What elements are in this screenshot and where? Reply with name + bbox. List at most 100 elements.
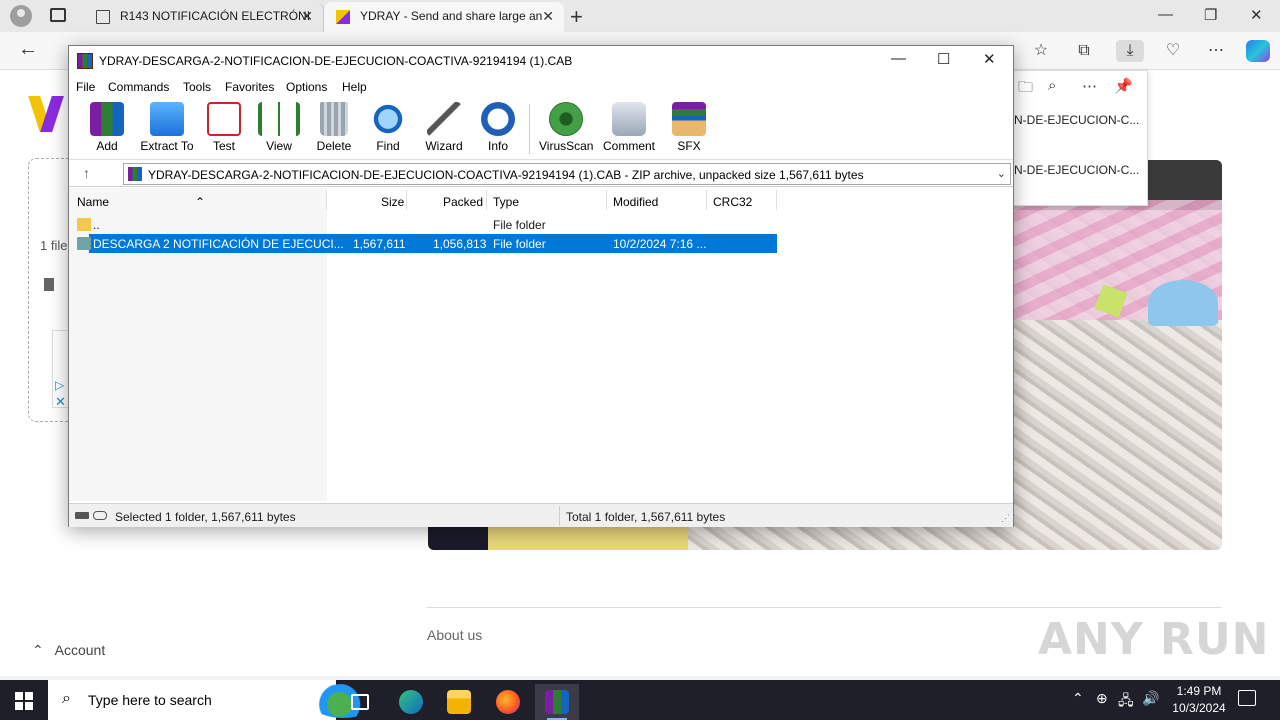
drive-icon xyxy=(75,512,89,519)
search-icon: ⌕ xyxy=(62,690,71,707)
info-button[interactable]: Info xyxy=(481,102,515,158)
about-us-link[interactable]: About us xyxy=(427,627,482,643)
find-button[interactable]: Find xyxy=(371,102,405,158)
column-type[interactable]: Type xyxy=(493,195,519,209)
info-icon xyxy=(481,102,515,136)
status-selected: Selected 1 folder, 1,567,611 bytes xyxy=(115,510,296,524)
trash-icon xyxy=(320,102,348,136)
edge-icon xyxy=(399,690,423,714)
downloads-icon[interactable]: ⤓ xyxy=(1116,40,1144,62)
winrar-title-bar[interactable]: YDRAY-DESCARGA-2-NOTIFICACION-DE-EJECUCI… xyxy=(69,46,1013,76)
status-separator xyxy=(559,506,560,526)
chevron-down-icon[interactable]: ⌄ xyxy=(997,167,1006,180)
search-icon[interactable]: ⌕ xyxy=(1048,77,1056,94)
archive-path-combobox[interactable]: YDRAY-DESCARGA-2-NOTIFICACION-DE-EJECUCI… xyxy=(123,163,1011,185)
row-size: 1,567,611 xyxy=(353,237,406,251)
button-label: Find xyxy=(376,139,400,153)
ad-close-icon[interactable]: ✕ xyxy=(55,394,66,410)
column-packed[interactable]: Packed xyxy=(443,195,483,209)
column-name[interactable]: Name xyxy=(77,195,109,209)
add-button[interactable]: Add xyxy=(89,102,125,158)
ydray-logo[interactable] xyxy=(28,96,64,132)
menu-favorites[interactable]: Favorites xyxy=(225,80,274,94)
open-folder-icon[interactable]: 🗀 xyxy=(1018,77,1033,102)
browser-essentials-icon[interactable]: ♡ xyxy=(1162,40,1184,62)
taskbar-winrar[interactable] xyxy=(535,684,579,720)
back-arrow-icon[interactable]: ← xyxy=(18,38,38,61)
resize-grip-icon[interactable]: ⋰ xyxy=(1001,513,1010,524)
comment-button[interactable]: Comment xyxy=(601,102,657,158)
wizard-button[interactable]: Wizard xyxy=(423,102,465,158)
collections-icon[interactable]: ⧉ xyxy=(1073,40,1095,62)
folder-icon xyxy=(77,218,91,231)
button-label: VirusScan xyxy=(539,139,594,153)
menu-tools[interactable]: Tools xyxy=(183,80,211,94)
minimize-icon[interactable]: — xyxy=(891,50,906,67)
notifications-icon[interactable] xyxy=(1238,690,1256,706)
row-name: .. xyxy=(93,218,100,232)
menu-file[interactable]: File xyxy=(76,80,95,94)
folder-icon xyxy=(77,237,91,250)
browser-tab-bar: R143 NOTIFICACIÓN ELECTRÓNI ✕ YDRAY - Se… xyxy=(0,0,1280,32)
button-label: Add xyxy=(96,139,118,153)
system-clock[interactable]: 1:49 PM 10/3/2024 xyxy=(1160,683,1238,717)
meet-now-icon[interactable]: ⊕ xyxy=(1096,690,1108,707)
tab-close-icon[interactable]: ✕ xyxy=(301,8,313,25)
column-modified[interactable]: Modified xyxy=(613,195,658,209)
up-arrow-icon[interactable]: ↑ xyxy=(83,165,90,181)
browser-tab-ydray[interactable]: YDRAY - Send and share large an ✕ xyxy=(324,2,564,32)
maximize-icon[interactable]: ☐ xyxy=(937,50,950,68)
delete-button[interactable]: Delete xyxy=(315,102,353,158)
more-options-icon[interactable]: ⋯ xyxy=(1082,77,1097,95)
download-item-name[interactable]: N-DE-EJECUCION-C... xyxy=(1014,113,1280,132)
download-item-name[interactable]: N-DE-EJECUCION-C... xyxy=(1014,163,1280,182)
taskbar-firefox[interactable] xyxy=(486,684,530,720)
menu-options[interactable]: Options xyxy=(286,80,327,94)
button-label: Info xyxy=(487,139,508,153)
windows-start-icon[interactable] xyxy=(15,692,33,710)
column-size[interactable]: Size xyxy=(381,195,404,209)
table-row-selected[interactable]: DESCARGA 2 NOTIFICACIÓN DE EJECUCI... 1,… xyxy=(69,234,779,253)
taskbar-edge[interactable] xyxy=(389,684,433,720)
menu-commands[interactable]: Commands xyxy=(108,80,169,94)
task-view-button[interactable] xyxy=(338,684,382,720)
button-label: Wizard xyxy=(425,139,463,153)
network-icon[interactable]: 🖧 xyxy=(1118,690,1134,714)
tab-close-icon[interactable]: ✕ xyxy=(542,8,554,25)
footer-divider xyxy=(427,607,1221,608)
new-tab-icon[interactable]: + xyxy=(570,4,583,30)
extract-to-button[interactable]: Extract To xyxy=(139,102,195,158)
restore-icon[interactable]: ❐ xyxy=(1204,6,1217,24)
column-crc32[interactable]: CRC32 xyxy=(713,195,752,209)
table-row[interactable]: .. File folder xyxy=(69,215,779,234)
ad-choices-icon[interactable]: ▷ xyxy=(55,378,64,392)
volume-icon[interactable]: 🔊 xyxy=(1142,690,1159,707)
taskbar-search[interactable]: ⌕ Type here to search xyxy=(48,680,376,720)
favorites-icon[interactable]: ☆ xyxy=(1030,40,1052,62)
sfx-button[interactable]: SFX xyxy=(669,102,709,158)
key-icon xyxy=(93,511,107,520)
browser-tab-notificacion[interactable]: R143 NOTIFICACIÓN ELECTRÓNI ✕ xyxy=(84,2,324,32)
minimize-icon[interactable]: — xyxy=(1158,6,1173,23)
account-toggle[interactable]: ⌃ Account xyxy=(32,642,105,659)
profile-avatar-icon[interactable] xyxy=(10,5,32,27)
clock-date: 10/3/2024 xyxy=(1172,701,1226,715)
virusscan-button[interactable]: VirusScan xyxy=(539,102,593,158)
view-button[interactable]: View xyxy=(257,102,301,158)
button-label: View xyxy=(266,139,292,153)
close-window-icon[interactable]: ✕ xyxy=(1250,6,1263,24)
more-menu-icon[interactable]: ⋯ xyxy=(1205,40,1227,62)
chevron-up-icon: ⌃ xyxy=(32,642,44,658)
button-label: Extract To xyxy=(140,139,194,153)
button-label: Delete xyxy=(316,139,352,153)
chevron-up-icon[interactable]: ⌃ xyxy=(1072,690,1084,707)
row-modified: 10/2/2024 7:16 ... xyxy=(613,237,707,251)
test-button[interactable]: Test xyxy=(207,102,241,158)
close-icon[interactable]: ✕ xyxy=(983,50,996,68)
copilot-icon[interactable] xyxy=(1246,40,1270,62)
tab-actions-icon[interactable] xyxy=(50,8,66,22)
pin-icon[interactable]: 📌 xyxy=(1114,77,1133,95)
book-view-icon xyxy=(258,102,300,136)
menu-help[interactable]: Help xyxy=(342,80,367,94)
taskbar-file-explorer[interactable] xyxy=(437,684,481,720)
